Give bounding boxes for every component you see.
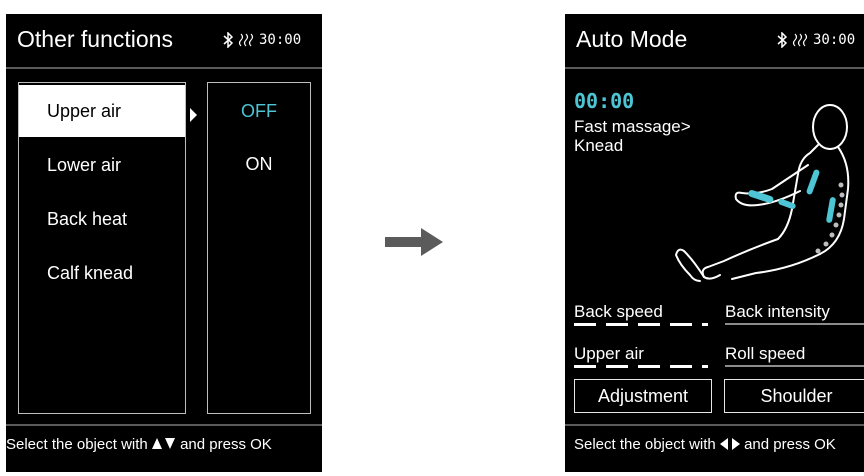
footer-divider: [565, 424, 864, 426]
left-right-arrows-icon: [719, 438, 740, 450]
arrow-shaft: [385, 237, 421, 247]
massage-figure-illustration: [675, 104, 850, 282]
param-back-speed[interactable]: Back speed: [574, 302, 663, 322]
roll-speed-level-indicator: [725, 365, 864, 367]
bluetooth-icon: [777, 32, 787, 48]
status-bar: 30:00: [223, 32, 301, 48]
back-intensity-level-indicator: [725, 323, 864, 325]
menu-item-lower-air[interactable]: Lower air: [19, 139, 185, 191]
instruction-footer: Select the object with and press OK: [6, 436, 322, 453]
screen-title: Other functions: [17, 26, 173, 52]
footer-prefix: Select the object with: [574, 436, 716, 453]
arrow-head: [421, 228, 443, 256]
remaining-time: 30:00: [259, 32, 302, 48]
elapsed-timer: 00:00: [574, 89, 635, 113]
screen-title: Auto Mode: [576, 26, 688, 52]
bluetooth-icon: [223, 32, 233, 48]
footer-divider: [6, 424, 322, 426]
option-on[interactable]: ON: [208, 154, 310, 175]
remaining-time: 30:00: [813, 32, 856, 48]
footer-suffix: and press OK: [180, 436, 272, 453]
upper-air-level-indicator: [574, 365, 708, 368]
option-list: OFF ON: [207, 82, 311, 414]
status-bar: 30:00: [777, 32, 855, 48]
menu-item-upper-air[interactable]: Upper air: [19, 85, 185, 137]
title-divider: [565, 67, 864, 69]
option-off[interactable]: OFF: [208, 101, 310, 122]
title-divider: [6, 67, 322, 69]
footer-suffix: and press OK: [744, 436, 836, 453]
param-upper-air[interactable]: Upper air: [574, 344, 644, 364]
other-functions-screen: Other functions 30:00 Upper air Lower ai…: [6, 14, 322, 472]
menu-item-back-heat[interactable]: Back heat: [19, 193, 185, 245]
param-back-intensity[interactable]: Back intensity: [725, 302, 830, 322]
back-speed-level-indicator: [574, 323, 708, 326]
adjustment-button[interactable]: Adjustment: [574, 379, 712, 413]
footer-prefix: Select the object with: [6, 436, 148, 453]
instruction-footer: Select the object with and press OK: [574, 436, 864, 453]
function-menu: Upper air Lower air Back heat Calf knead: [18, 82, 186, 414]
param-roll-speed[interactable]: Roll speed: [725, 344, 805, 364]
up-down-arrows-icon: [151, 438, 175, 449]
selection-pointer-icon: [190, 108, 197, 122]
heat-waves-icon: [238, 33, 254, 47]
shoulder-button[interactable]: Shoulder: [724, 379, 864, 413]
auto-mode-screen: Auto Mode 30:00 00:00 Fast massage> Knea…: [565, 14, 864, 472]
heat-waves-icon: [792, 33, 808, 47]
menu-item-calf-knead[interactable]: Calf knead: [19, 247, 185, 299]
